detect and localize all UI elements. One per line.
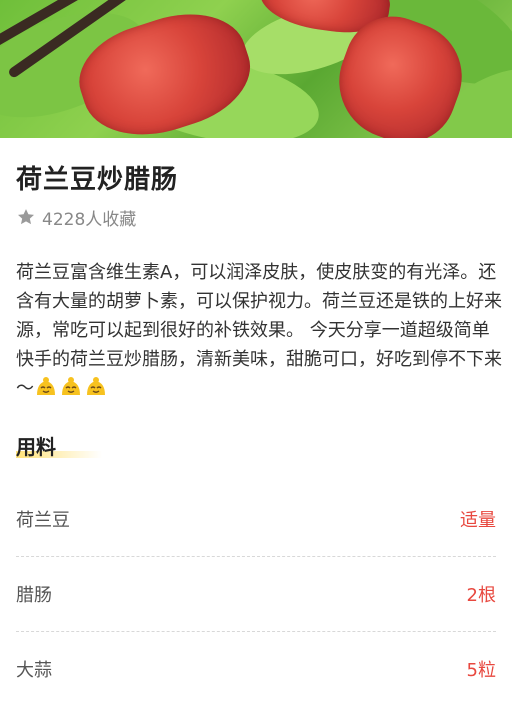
ingredient-row[interactable]: 大蒜 5粒 — [16, 632, 496, 706]
ingredient-name: 荷兰豆 — [16, 510, 70, 531]
recipe-cover-image — [0, 0, 512, 138]
recipe-title: 荷兰豆炒腊肠 — [16, 165, 179, 195]
ingredients-heading: 用料 — [16, 431, 102, 460]
ingredients-heading-label: 用料 — [16, 435, 56, 459]
smiling-face-emoji-icon — [62, 377, 80, 395]
recipe-description: 荷兰豆富含维生素A，可以润泽皮肤，使皮肤变的有光泽。还含有大量的胡萝卜素，可以保… — [16, 258, 504, 403]
smiling-face-emoji-icon — [37, 377, 55, 395]
favorites-label: 4228人收藏 — [42, 209, 137, 230]
ingredient-row[interactable]: 腊肠 2根 — [16, 557, 496, 632]
ingredient-name: 大蒜 — [16, 660, 52, 681]
ingredient-quantity: 适量 — [460, 510, 496, 531]
star-icon — [18, 209, 34, 225]
ingredient-quantity: 2根 — [466, 585, 496, 606]
favorites-count[interactable]: 4228人收藏 — [16, 206, 496, 230]
smiling-face-emoji-icon — [87, 377, 105, 395]
ingredient-name: 腊肠 — [16, 585, 52, 606]
ingredient-row[interactable]: 荷兰豆 适量 — [16, 482, 496, 557]
ingredient-list: 荷兰豆 适量 腊肠 2根 大蒜 5粒 — [16, 482, 496, 706]
ingredient-quantity: 5粒 — [466, 660, 496, 681]
